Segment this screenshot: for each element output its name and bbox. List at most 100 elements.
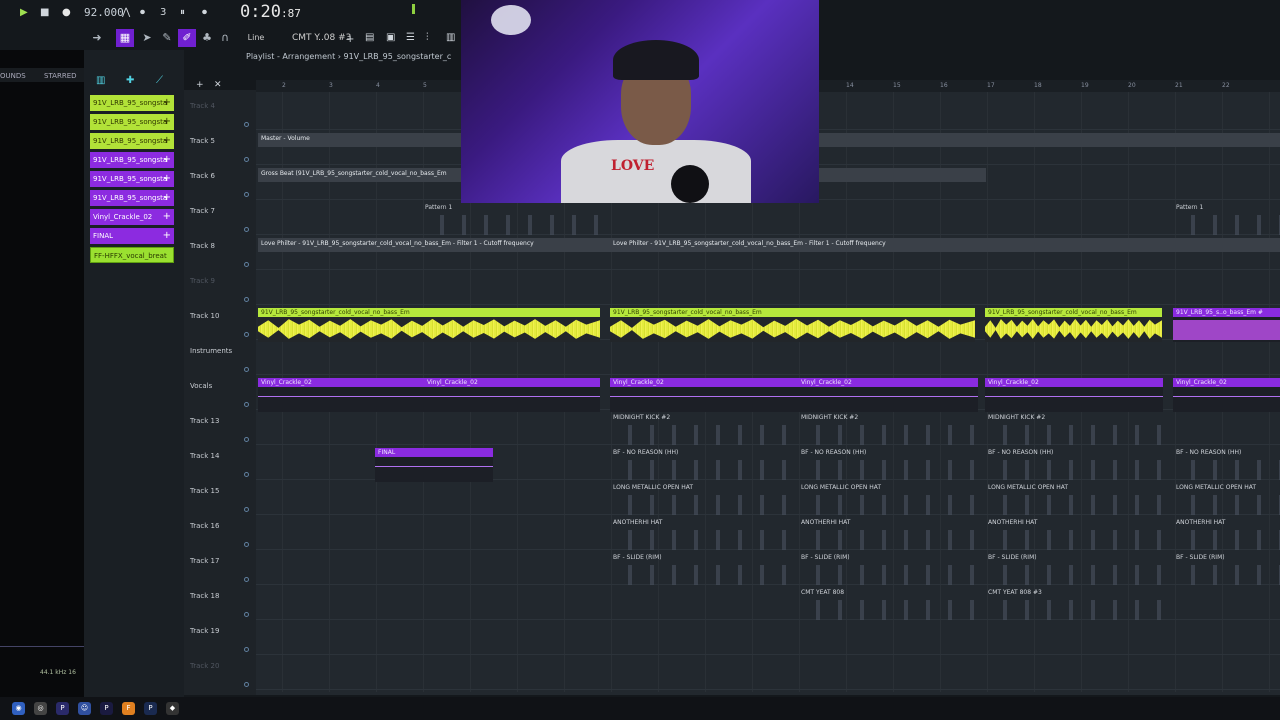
audio-clip-vinyl-crackle[interactable]: Vinyl_Crackle_02 (610, 378, 798, 412)
pattern-clip-808[interactable]: CMT YEAT 808 #3 (985, 588, 1173, 622)
track-mute-led[interactable] (244, 332, 249, 337)
add-icon[interactable]: + (163, 154, 171, 165)
pattern-clip[interactable]: Pattern 1 (1173, 203, 1280, 237)
pattern-clip-rim[interactable]: BF - SLIDE (RIM) (798, 553, 985, 587)
track-mute-led[interactable] (244, 367, 249, 372)
pattern-selector[interactable]: CMT Y..08 #3 (292, 33, 351, 43)
pencil-icon[interactable]: ✐ (178, 29, 196, 47)
audio-clip-final[interactable]: FINAL (375, 448, 493, 482)
track-mute-led[interactable] (244, 262, 249, 267)
add-icon[interactable]: + (163, 173, 171, 184)
track-name[interactable]: Instruments (190, 347, 232, 355)
pattern-clip-hat[interactable]: ANOTHERHI HAT (1173, 518, 1280, 552)
record-button[interactable]: ● (62, 6, 71, 20)
track-name[interactable]: Vocals (190, 382, 212, 390)
fl-studio-icon[interactable]: F (122, 702, 135, 715)
mixer-faders-icon[interactable]: ⫶ (426, 31, 429, 45)
channel-rack-icon[interactable]: ▣ (386, 31, 395, 45)
audio-clip-vinyl-crackle[interactable]: Vinyl_Crackle_02 (1173, 378, 1280, 412)
pattern-clip-openhat[interactable]: LONG METALLIC OPEN HAT (1173, 483, 1280, 517)
track-mute-led[interactable] (244, 507, 249, 512)
channel-item[interactable]: 91V_LRB_95_songsta + (90, 133, 174, 149)
track-mute-led[interactable] (244, 437, 249, 442)
browser-icon[interactable]: ▥ (446, 31, 455, 45)
ps-icon[interactable]: P (144, 702, 157, 715)
track-mute-led[interactable] (244, 542, 249, 547)
pattern-clip-kick[interactable]: MIDNIGHT KICK #2 (985, 413, 1173, 447)
channel-item[interactable]: FINAL + (90, 228, 174, 244)
audio-clip-vinyl-crackle[interactable]: Vinyl_Crackle_02 (424, 378, 600, 412)
arrow-right-icon[interactable]: ➤ (138, 29, 156, 47)
pattern-clip-hh[interactable]: BF - NO REASON (HH) (610, 448, 798, 482)
pattern-clip-rim[interactable]: BF - SLIDE (RIM) (1173, 553, 1280, 587)
add-icon[interactable]: + (163, 230, 171, 241)
track-mute-led[interactable] (244, 577, 249, 582)
pattern-clip-hh[interactable]: BF - NO REASON (HH) (985, 448, 1173, 482)
track-mute-led[interactable] (244, 402, 249, 407)
track-name[interactable]: Track 5 (190, 137, 215, 145)
audio-clip-vocal[interactable]: 91V_LRB_95_songstarter_cold_vocal_no_bas… (985, 308, 1162, 342)
stamp-icon[interactable]: ♣ (198, 29, 216, 47)
grid-icon[interactable]: ▥ (96, 74, 105, 88)
audio-clip-vocal[interactable]: 91V_LRB_95_songstarter_cold_vocal_no_bas… (258, 308, 600, 342)
metronome-icon[interactable]: ⋀ (122, 6, 130, 20)
track-name[interactable]: Track 8 (190, 242, 215, 250)
channel-item[interactable]: 91V_LRB_95_songsta + (90, 171, 174, 187)
pattern-clip-openhat[interactable]: LONG METALLIC OPEN HAT (798, 483, 985, 517)
pattern-clip-openhat[interactable]: LONG METALLIC OPEN HAT (985, 483, 1173, 517)
snap-select[interactable]: Line (236, 29, 276, 47)
track-mute-led[interactable] (244, 647, 249, 652)
add-pattern-icon[interactable]: + (346, 33, 354, 47)
channel-add-icon[interactable]: ✚ (126, 74, 134, 88)
pattern-clip-rim[interactable]: BF - SLIDE (RIM) (985, 553, 1173, 587)
track-name[interactable]: Track 18 (190, 592, 219, 600)
track-mute-led[interactable] (244, 192, 249, 197)
graph-icon[interactable]: ⟋ (156, 74, 163, 88)
stop-button[interactable]: ■ (40, 6, 49, 20)
obs-icon[interactable]: ◎ (34, 702, 47, 715)
track-name[interactable]: Track 16 (190, 522, 219, 530)
wait-record-icon[interactable]: ⏺ (140, 6, 145, 20)
add-icon[interactable]: + (163, 135, 171, 146)
tab-starred[interactable]: STARRED (44, 72, 77, 80)
track-name[interactable]: Track 19 (190, 627, 219, 635)
track-mute-led[interactable] (244, 472, 249, 477)
loop-record-icon[interactable]: ⏺ (202, 6, 207, 20)
track-name[interactable]: Track 10 (190, 312, 219, 320)
pattern-clip[interactable]: Pattern 1 (422, 203, 602, 237)
audio-clip-vinyl-crackle[interactable]: Vinyl_Crackle_02 (258, 378, 424, 412)
track-name[interactable]: Track 15 (190, 487, 219, 495)
piano-roll-icon[interactable]: ▤ (365, 31, 374, 45)
track-name[interactable]: Track 13 (190, 417, 219, 425)
track-name[interactable]: Track 17 (190, 557, 219, 565)
step-edit-icon[interactable]: ⏸ (180, 6, 185, 20)
channel-item[interactable]: Vinyl_Crackle_02 + (90, 209, 174, 225)
add-icon[interactable]: + (163, 97, 171, 108)
pattern-clip-hh[interactable]: BF - NO REASON (HH) (798, 448, 985, 482)
magnet-icon[interactable]: ∩ (216, 29, 234, 47)
app-icon[interactable]: ◆ (166, 702, 179, 715)
track-mute-led[interactable] (244, 612, 249, 617)
premiere-icon[interactable]: P (100, 702, 113, 715)
snap-icon[interactable]: ▦ (116, 29, 134, 47)
photoshop-icon[interactable]: P (56, 702, 69, 715)
channel-item[interactable]: 91V_LRB_95_songsta + (90, 114, 174, 130)
add-icon[interactable]: + (163, 211, 171, 222)
track-mute-led[interactable] (244, 227, 249, 232)
track-name[interactable]: Track 9 (190, 277, 215, 285)
audio-clip-vocal[interactable]: 91V_LRB_95_s..o_bass_Em # (1173, 308, 1280, 342)
track-mute-led[interactable] (244, 157, 249, 162)
tab-sounds[interactable]: OUNDS (0, 72, 26, 80)
track-name[interactable]: Track 7 (190, 207, 215, 215)
pattern-clip-hat[interactable]: ANOTHERHI HAT (985, 518, 1173, 552)
play-button[interactable]: ▶ (20, 6, 28, 20)
brush-icon[interactable]: ✎ (158, 29, 176, 47)
pattern-clip-openhat[interactable]: LONG METALLIC OPEN HAT (610, 483, 798, 517)
channel-item[interactable]: 91V_LRB_95_songsta + (90, 190, 174, 206)
channel-item[interactable]: 91V_LRB_95_songsta + (90, 152, 174, 168)
track-mute-led[interactable] (244, 122, 249, 127)
channel-item[interactable]: FF-HFFX_vocal_breat (90, 247, 174, 263)
audio-clip-vinyl-crackle[interactable]: Vinyl_Crackle_02 (798, 378, 978, 412)
audio-clip-vinyl-crackle[interactable]: Vinyl_Crackle_02 (985, 378, 1163, 412)
discord-icon[interactable]: ☺ (78, 702, 91, 715)
